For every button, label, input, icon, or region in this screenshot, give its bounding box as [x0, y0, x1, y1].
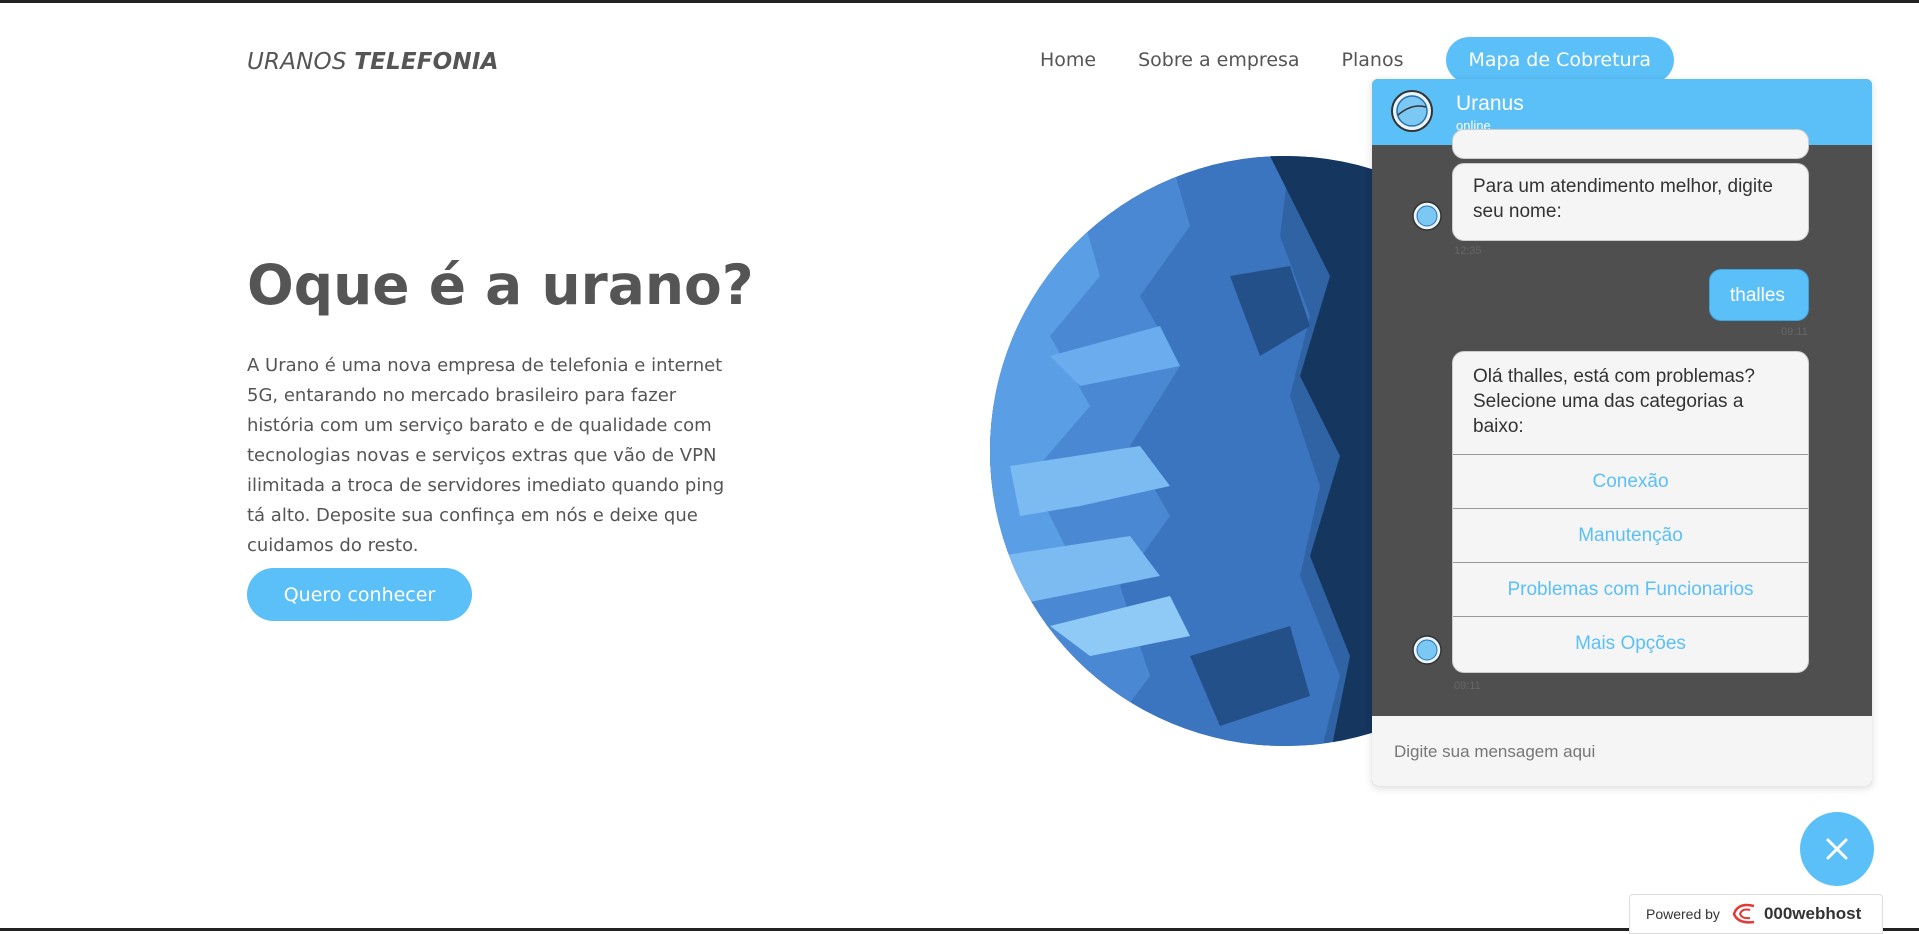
chat-input-bar [1372, 716, 1872, 786]
chat-option-manutencao[interactable]: Manutenção [1453, 508, 1808, 562]
chat-message-text: Olá thalles, está com problemas? Selecio… [1473, 366, 1755, 437]
chat-message-bot: Para um atendimento melhor, digite seu n… [1452, 163, 1809, 241]
brand-name-part2: TELEFONIA [354, 49, 499, 75]
nav-planos[interactable]: Planos [1342, 49, 1404, 71]
hero-cta-button[interactable]: Quero conhecer [247, 568, 472, 621]
chat-widget: Uranus online Para um atendimento melhor… [1372, 79, 1872, 786]
planet-illustration [990, 156, 1410, 746]
close-icon [1826, 838, 1848, 860]
chat-option-mais-opcoes[interactable]: Mais Opções [1453, 616, 1808, 670]
hero-title: Oque é a urano? [247, 253, 754, 317]
chat-message-time: 09:11 [1781, 326, 1808, 338]
powered-by-label: Powered by [1646, 906, 1720, 922]
chat-message-user: thalles [1709, 269, 1809, 321]
powered-by-badge[interactable]: Powered by 000webhost [1629, 894, 1883, 934]
chat-close-button[interactable] [1800, 812, 1874, 886]
planet-avatar-icon [1412, 201, 1442, 231]
chat-message-time: 12:35 [1454, 245, 1482, 257]
chat-message-bot-options: Olá thalles, está com problemas? Selecio… [1452, 351, 1809, 673]
000webhost-logo-icon [1732, 903, 1755, 924]
chat-option-funcionarios[interactable]: Problemas com Funcionarios [1453, 562, 1808, 616]
nav-home[interactable]: Home [1040, 49, 1096, 71]
chat-message-input[interactable] [1392, 736, 1856, 768]
brand-logo[interactable]: URANOS TELEFONIA [247, 49, 499, 75]
chat-title: Uranus [1456, 92, 1524, 115]
powered-by-brand: 000webhost [1763, 904, 1862, 923]
chat-message-previous [1452, 129, 1809, 159]
planet-avatar-icon [1412, 635, 1442, 665]
nav-sobre[interactable]: Sobre a empresa [1138, 49, 1299, 71]
planet-avatar-icon [1391, 90, 1433, 132]
chat-option-conexao[interactable]: Conexão [1453, 454, 1808, 508]
main-nav: Home Sobre a empresa Planos Mapa de Cobr… [1040, 37, 1675, 83]
chat-message-time: 09:11 [1454, 680, 1481, 692]
brand-name-part1: URANOS [247, 49, 347, 75]
hero-description: A Urano é uma nova empresa de telefonia … [247, 355, 725, 556]
nav-coverage-map-button[interactable]: Mapa de Cobretura [1445, 37, 1675, 83]
